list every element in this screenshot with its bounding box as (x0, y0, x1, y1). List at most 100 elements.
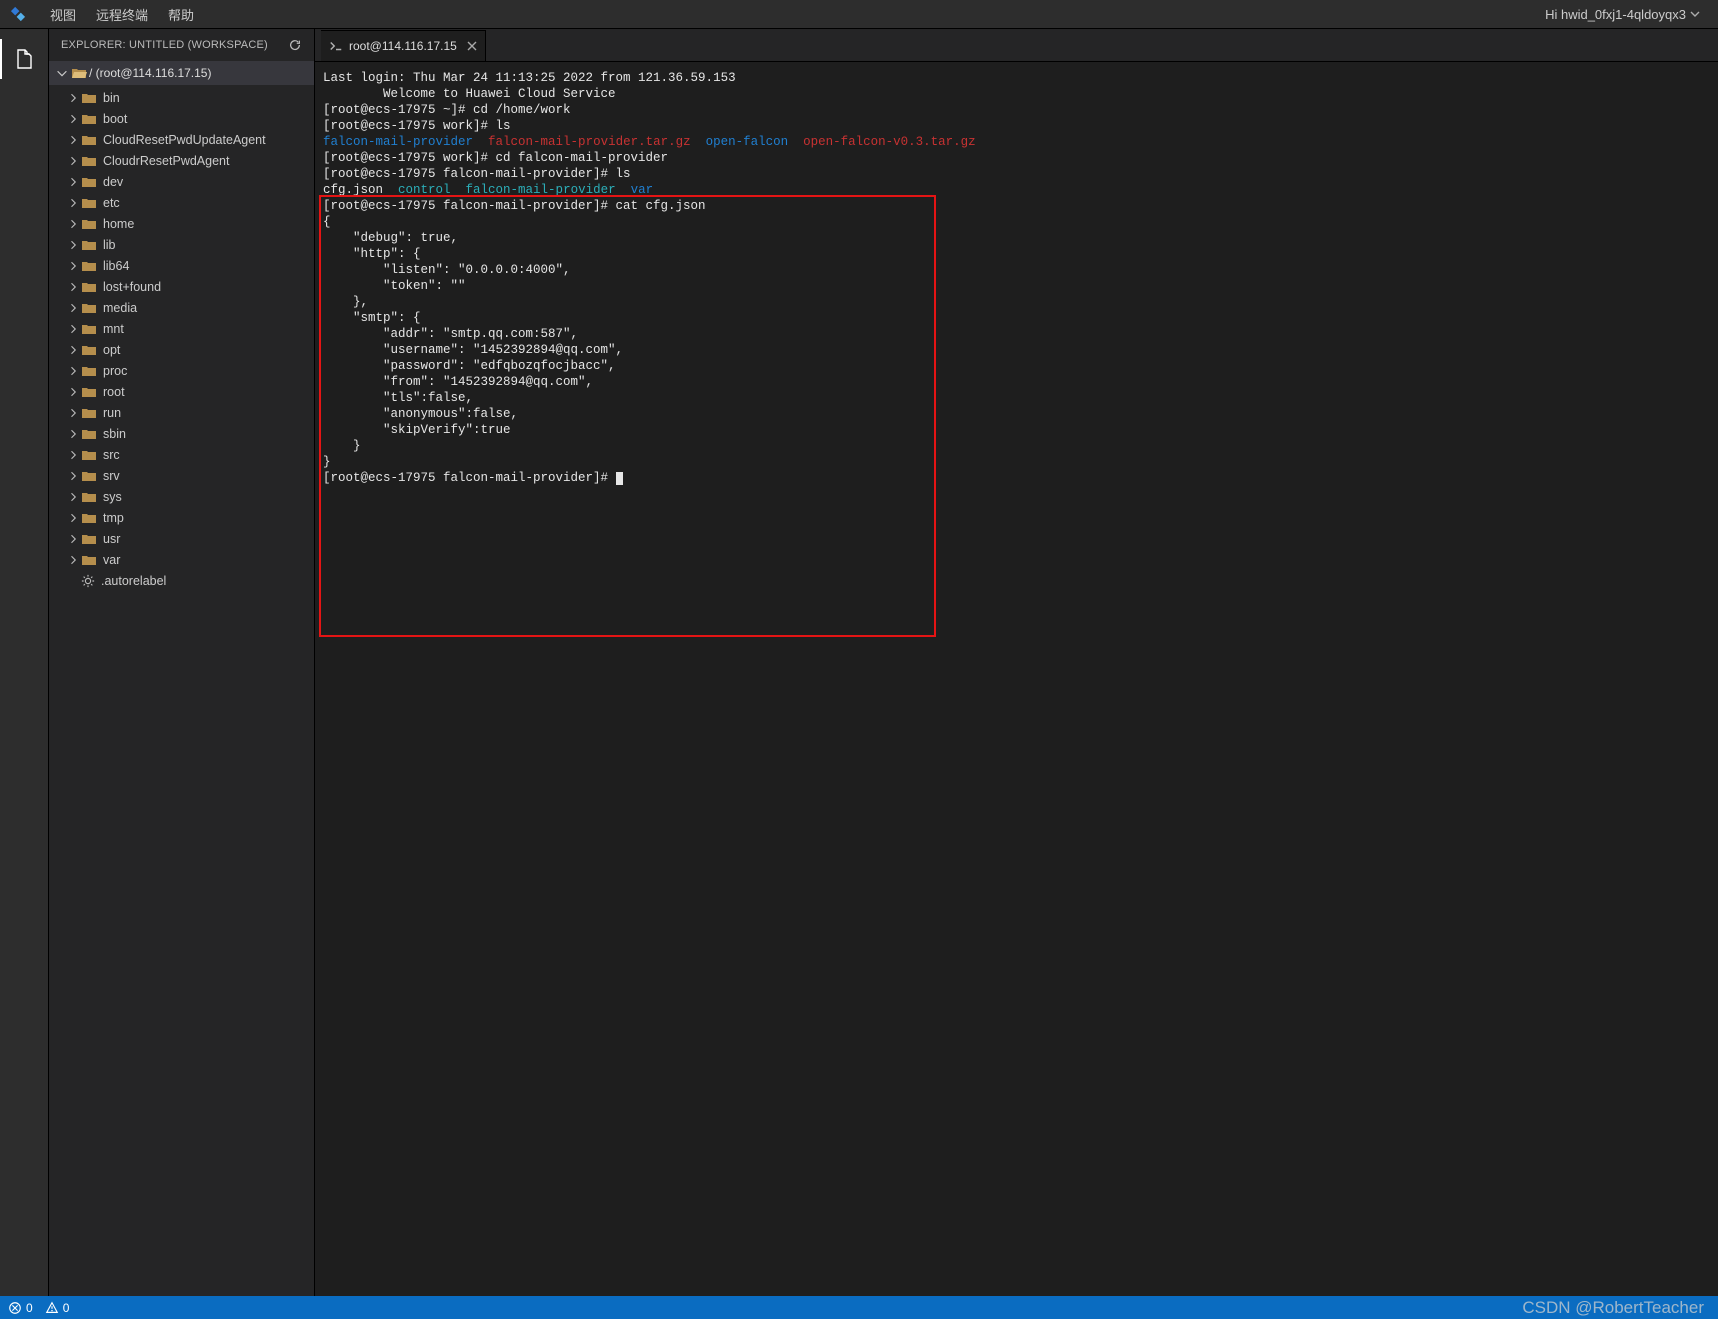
chevron-right-icon (65, 554, 81, 566)
tree-label: src (103, 448, 120, 462)
menu-item-远程终端[interactable]: 远程终端 (86, 8, 158, 23)
chevron-right-icon (65, 218, 81, 230)
tree-file-autorelabel[interactable]: .autorelabel (49, 570, 314, 591)
chevron-right-icon (65, 302, 81, 314)
terminal-icon (329, 39, 343, 53)
explorer-activity-icon[interactable] (0, 39, 48, 79)
tree-root[interactable]: / (root@114.116.17.15) (49, 61, 314, 85)
tree-label: tmp (103, 511, 124, 525)
tree-root-label: / (root@114.116.17.15) (89, 66, 211, 80)
gear-icon (81, 574, 95, 588)
chevron-right-icon (65, 155, 81, 167)
chevron-right-icon (65, 239, 81, 251)
tree-folder-src[interactable]: src (49, 444, 314, 465)
tree-folder-CloudResetPwdUpdateAgent[interactable]: CloudResetPwdUpdateAgent (49, 129, 314, 150)
tree-folder-srv[interactable]: srv (49, 465, 314, 486)
tree-folder-home[interactable]: home (49, 213, 314, 234)
menu-item-帮助[interactable]: 帮助 (158, 8, 204, 23)
terminal[interactable]: Last login: Thu Mar 24 11:13:25 2022 fro… (315, 62, 1718, 1296)
tree-label: lost+found (103, 280, 161, 294)
chevron-right-icon (65, 344, 81, 356)
tab-bar: root@114.116.17.15 (315, 29, 1718, 62)
tree-label: .autorelabel (101, 574, 166, 588)
tree-folder-mnt[interactable]: mnt (49, 318, 314, 339)
tree-folder-root[interactable]: root (49, 381, 314, 402)
chevron-right-icon (65, 197, 81, 209)
tree-label: dev (103, 175, 123, 189)
tree-label: etc (103, 196, 120, 210)
chevron-right-icon (65, 281, 81, 293)
warning-icon (45, 1301, 59, 1315)
tree-folder-bin[interactable]: bin (49, 87, 314, 108)
tab-terminal[interactable]: root@114.116.17.15 (321, 30, 486, 61)
tree-label: srv (103, 469, 120, 483)
refresh-icon[interactable] (288, 38, 302, 52)
menu-item-视图[interactable]: 视图 (40, 8, 86, 23)
activity-bar (0, 29, 49, 1296)
status-warnings[interactable]: 0 (45, 1301, 70, 1315)
chevron-down-icon (1690, 9, 1700, 19)
status-bar: 0 0 CSDN @RobertTeacher (0, 1296, 1718, 1319)
tree-folder-var[interactable]: var (49, 549, 314, 570)
tree-folder-dev[interactable]: dev (49, 171, 314, 192)
tree-label: lib64 (103, 259, 129, 273)
tree-folder-lib64[interactable]: lib64 (49, 255, 314, 276)
tree-label: home (103, 217, 134, 231)
tree-folder-run[interactable]: run (49, 402, 314, 423)
tree-folder-sbin[interactable]: sbin (49, 423, 314, 444)
user-label[interactable]: Hi hwid_0fxj1-4qldoyqx3 (1545, 7, 1710, 22)
error-icon (8, 1301, 22, 1315)
menubar: 视图远程终端帮助 Hi hwid_0fxj1-4qldoyqx3 (0, 0, 1718, 29)
tree-label: sys (103, 490, 122, 504)
tree-folder-lost+found[interactable]: lost+found (49, 276, 314, 297)
tree-label: usr (103, 532, 120, 546)
tree-folder-boot[interactable]: boot (49, 108, 314, 129)
chevron-right-icon (65, 386, 81, 398)
tree-folder-CloudrResetPwdAgent[interactable]: CloudrResetPwdAgent (49, 150, 314, 171)
tree-folder-opt[interactable]: opt (49, 339, 314, 360)
chevron-right-icon (65, 134, 81, 146)
chevron-right-icon (65, 533, 81, 545)
chevron-right-icon (65, 491, 81, 503)
sidebar-header: EXPLORER: UNTITLED (WORKSPACE) (49, 29, 314, 61)
chevron-right-icon (65, 512, 81, 524)
tree-label: CloudrResetPwdAgent (103, 154, 229, 168)
app-logo-icon (8, 4, 28, 24)
close-icon[interactable] (467, 41, 477, 51)
tree-folder-lib[interactable]: lib (49, 234, 314, 255)
chevron-right-icon (65, 470, 81, 482)
chevron-right-icon (65, 113, 81, 125)
tree-label: root (103, 385, 125, 399)
chevron-right-icon (65, 407, 81, 419)
status-errors[interactable]: 0 (8, 1301, 33, 1315)
chevron-right-icon (65, 260, 81, 272)
tree-folder-media[interactable]: media (49, 297, 314, 318)
tree-label: media (103, 301, 137, 315)
tree-label: CloudResetPwdUpdateAgent (103, 133, 266, 147)
tree-label: boot (103, 112, 127, 126)
chevron-right-icon (65, 449, 81, 461)
file-tree: bin boot CloudResetPwdUpdateAgent CloudrRes… (49, 85, 314, 593)
tree-folder-proc[interactable]: proc (49, 360, 314, 381)
editor-area: root@114.116.17.15 Last login: Thu Mar 2… (315, 29, 1718, 1296)
chevron-right-icon (65, 428, 81, 440)
tree-label: opt (103, 343, 120, 357)
tree-folder-sys[interactable]: sys (49, 486, 314, 507)
tree-folder-tmp[interactable]: tmp (49, 507, 314, 528)
tree-label: mnt (103, 322, 124, 336)
tree-label: var (103, 553, 120, 567)
tree-label: bin (103, 91, 120, 105)
sidebar: EXPLORER: UNTITLED (WORKSPACE) / (root@1… (49, 29, 315, 1296)
tree-label: lib (103, 238, 116, 252)
tree-label: run (103, 406, 121, 420)
chevron-right-icon (65, 365, 81, 377)
tab-label: root@114.116.17.15 (349, 39, 457, 53)
tree-label: sbin (103, 427, 126, 441)
chevron-down-icon (55, 66, 69, 80)
tree-folder-etc[interactable]: etc (49, 192, 314, 213)
chevron-right-icon (65, 323, 81, 335)
chevron-right-icon (65, 92, 81, 104)
tree-folder-usr[interactable]: usr (49, 528, 314, 549)
folder-open-icon (71, 65, 87, 81)
sidebar-title: EXPLORER: UNTITLED (WORKSPACE) (61, 39, 268, 51)
